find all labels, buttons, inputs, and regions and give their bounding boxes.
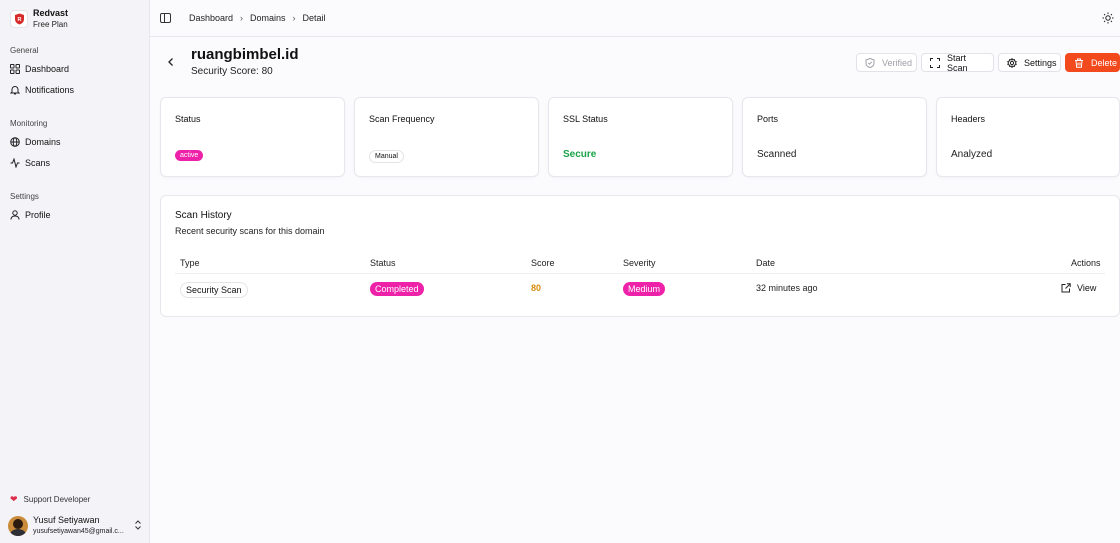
sidebar-item-label: Profile bbox=[25, 210, 51, 220]
brand-name: Redvast bbox=[33, 8, 69, 18]
sidebar-item-dashboard[interactable]: Dashboard bbox=[6, 60, 144, 78]
trash-icon bbox=[1074, 58, 1084, 68]
scan-date: 32 minutes ago bbox=[756, 283, 818, 293]
brand[interactable]: R Redvast Free Plan bbox=[10, 8, 68, 30]
support-developer-link[interactable]: ❤ Support Developer bbox=[10, 494, 90, 505]
frequency-badge: Manual bbox=[369, 150, 404, 163]
view-label: View bbox=[1077, 283, 1097, 293]
ports-value: Scanned bbox=[757, 149, 797, 160]
card-title: Scan Frequency bbox=[369, 114, 435, 124]
sidebar-item-label: Domains bbox=[25, 137, 61, 147]
page-title: ruangbimbel.id bbox=[191, 46, 299, 63]
sidebar: R Redvast Free Plan General Dashboard No… bbox=[0, 0, 150, 543]
back-chevron-icon[interactable] bbox=[166, 56, 178, 68]
user-menu[interactable]: Yusuf Setiyawan yusufsetiyawan45@gmail.c… bbox=[8, 514, 144, 538]
sun-icon[interactable] bbox=[1102, 12, 1114, 24]
sidebar-item-label: Notifications bbox=[25, 85, 75, 95]
heart-icon: ❤ bbox=[10, 494, 18, 504]
ports-card: Ports Scanned bbox=[742, 97, 927, 177]
user-email: yusufsetiyawan45@gmail.c... bbox=[33, 528, 124, 535]
status-card: Status active bbox=[160, 97, 345, 177]
activity-icon bbox=[10, 158, 20, 168]
sidebar-item-notifications[interactable]: Notifications bbox=[6, 81, 144, 99]
chevron-right-icon: › bbox=[292, 13, 296, 23]
breadcrumb-dashboard[interactable]: Dashboard bbox=[189, 13, 233, 23]
svg-text:R: R bbox=[17, 17, 21, 23]
sidebar-item-profile[interactable]: Profile bbox=[6, 206, 144, 224]
scan-history-subtitle: Recent security scans for this domain bbox=[175, 226, 325, 236]
sidebar-item-label: Scans bbox=[25, 158, 51, 168]
nav-group-settings: Settings bbox=[10, 192, 39, 201]
chevron-right-icon: › bbox=[240, 13, 244, 23]
scan-severity-badge: Medium bbox=[623, 282, 666, 296]
column-header-status: Status bbox=[370, 258, 396, 268]
card-title: Status bbox=[175, 114, 201, 124]
settings-button[interactable]: Settings bbox=[998, 53, 1061, 72]
table-header-divider bbox=[175, 273, 1105, 274]
ssl-status-value: Secure bbox=[563, 149, 597, 160]
card-title: Ports bbox=[757, 114, 779, 124]
start-scan-label: Start Scan bbox=[947, 52, 968, 73]
shield-logo-icon: R bbox=[10, 10, 28, 28]
globe-icon bbox=[10, 137, 20, 147]
shield-check-icon bbox=[865, 57, 875, 68]
view-scan-link[interactable]: View bbox=[1061, 283, 1096, 293]
breadcrumb: Dashboard › Domains › Detail bbox=[189, 13, 326, 23]
external-link-icon bbox=[1061, 283, 1071, 293]
card-title: Headers bbox=[951, 114, 986, 124]
security-score: Security Score: 80 bbox=[191, 66, 273, 77]
verified-button[interactable]: Verified bbox=[856, 53, 917, 72]
grid-icon bbox=[10, 64, 20, 74]
support-label: Support Developer bbox=[23, 495, 91, 504]
scan-score: 80 bbox=[531, 283, 542, 293]
scan-type-badge: Security Scan bbox=[180, 282, 248, 298]
column-header-actions: Actions bbox=[1071, 258, 1101, 268]
topbar: Dashboard › Domains › Detail bbox=[150, 0, 1120, 37]
breadcrumb-detail: Detail bbox=[302, 13, 326, 23]
status-badge: active bbox=[175, 150, 204, 161]
column-header-severity: Severity bbox=[623, 258, 656, 268]
settings-label: Settings bbox=[1024, 57, 1057, 68]
column-header-date: Date bbox=[756, 258, 776, 268]
breadcrumb-domains[interactable]: Domains bbox=[250, 13, 286, 23]
gear-icon bbox=[1007, 57, 1017, 68]
column-header-type: Type bbox=[180, 258, 200, 268]
table-row: Security Scan Completed 80 Medium 32 min… bbox=[175, 278, 1105, 300]
nav-group-monitoring: Monitoring bbox=[10, 119, 48, 128]
scan-history-card: Scan History Recent security scans for t… bbox=[160, 195, 1120, 317]
ssl-status-card: SSL Status Secure bbox=[548, 97, 733, 177]
headers-card: Headers Analyzed bbox=[936, 97, 1120, 177]
sidebar-item-domains[interactable]: Domains bbox=[6, 133, 144, 151]
headers-value: Analyzed bbox=[951, 149, 993, 160]
user-icon bbox=[10, 210, 20, 220]
sidebar-toggle-icon[interactable] bbox=[160, 13, 171, 23]
verified-label: Verified bbox=[882, 57, 913, 68]
sidebar-item-label: Dashboard bbox=[25, 64, 70, 74]
bell-icon bbox=[10, 85, 20, 95]
user-name: Yusuf Setiyawan bbox=[33, 515, 100, 525]
scan-status-badge: Completed bbox=[370, 282, 424, 296]
sidebar-item-scans[interactable]: Scans bbox=[6, 154, 144, 172]
chevrons-up-down-icon bbox=[134, 520, 142, 532]
scan-history-title: Scan History bbox=[175, 210, 232, 221]
delete-button[interactable]: Delete bbox=[1065, 53, 1120, 72]
scan-frequency-card: Scan Frequency Manual bbox=[354, 97, 539, 177]
card-title: SSL Status bbox=[563, 114, 608, 124]
delete-label: Delete bbox=[1091, 57, 1118, 68]
nav-group-general: General bbox=[10, 46, 39, 55]
avatar bbox=[8, 516, 28, 536]
scan-frame-icon bbox=[930, 57, 940, 68]
column-header-score: Score bbox=[531, 258, 555, 268]
start-scan-button[interactable]: Start Scan bbox=[921, 52, 994, 73]
brand-plan: Free Plan bbox=[33, 20, 68, 29]
